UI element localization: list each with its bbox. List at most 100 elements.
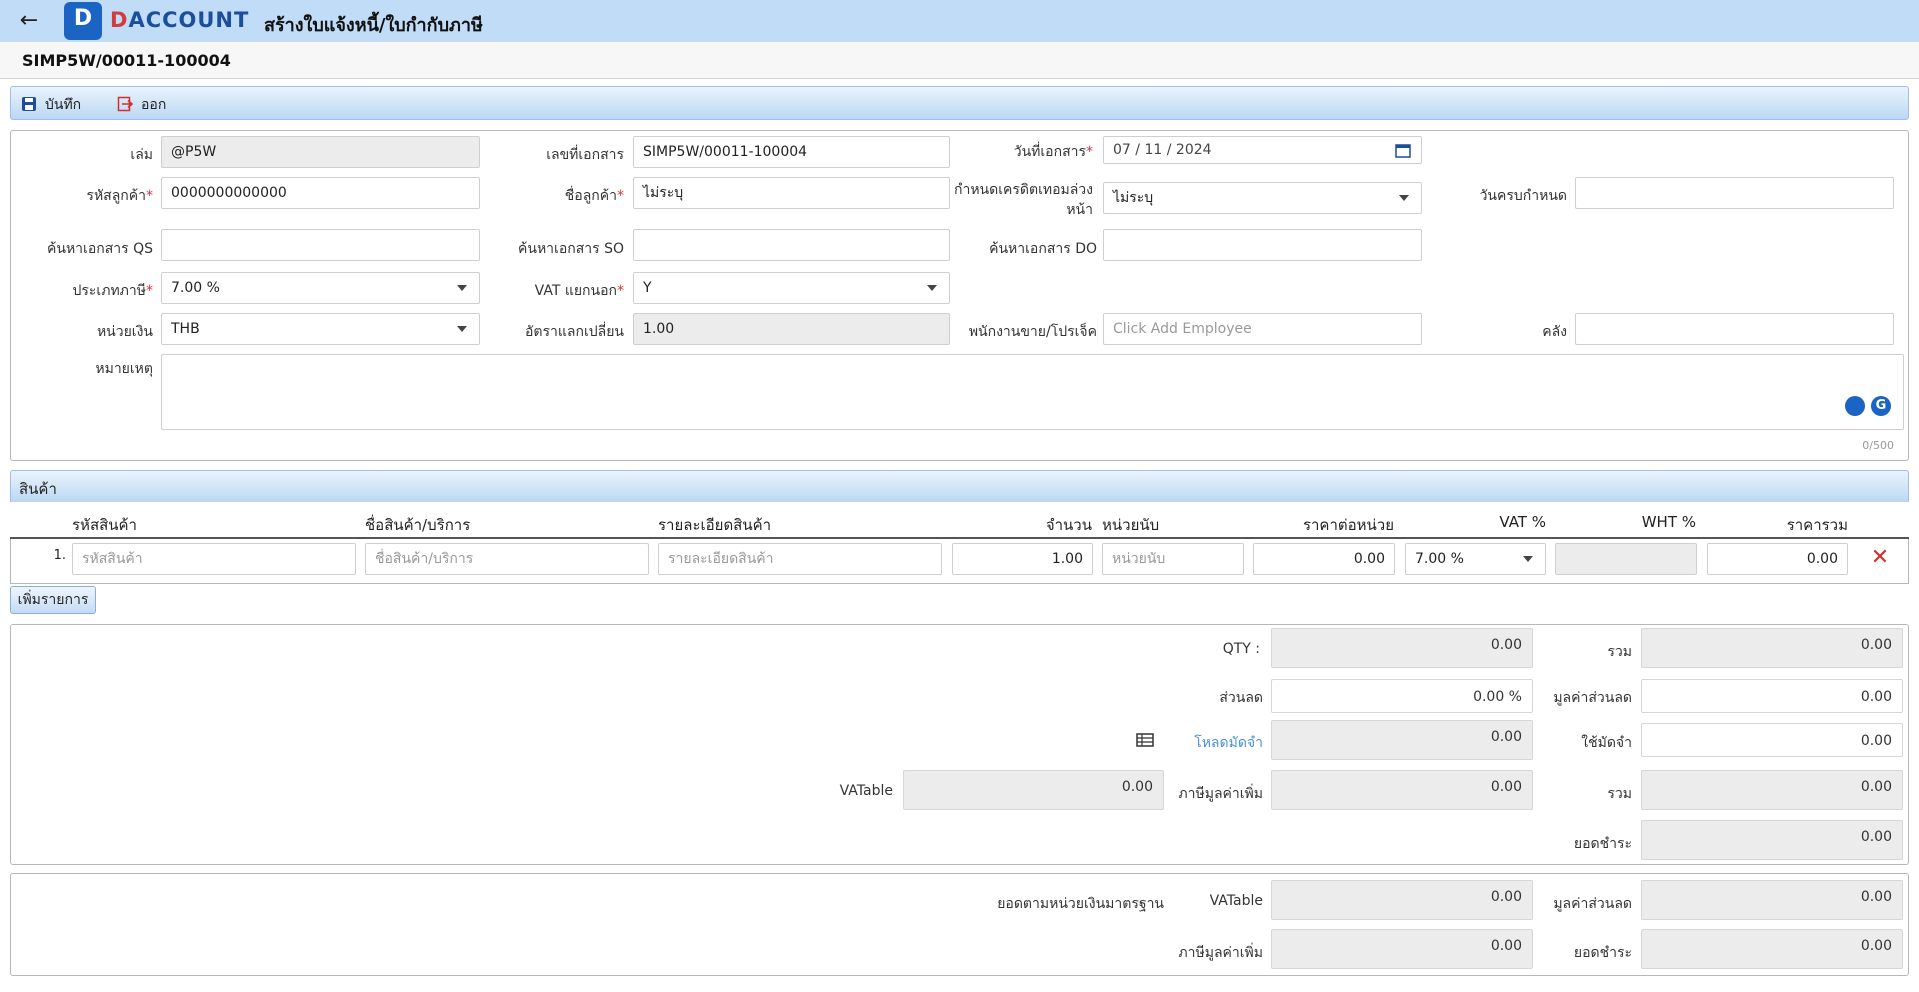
subtotal-label: รวม (1607, 644, 1632, 660)
date-month: 11 (1144, 142, 1163, 158)
date-year: 2024 (1175, 142, 1212, 158)
row-index: 1. (53, 548, 66, 563)
exit-label: ออก (141, 97, 167, 113)
qs-search-label: ค้นหาเอกสาร QS (47, 241, 153, 257)
currency-label: หน่วยเงิน (96, 324, 153, 340)
currency-select[interactable]: THB (161, 313, 480, 345)
save-label: บันทึก (45, 97, 82, 113)
credit-term-label: กำหนดเครดิตเทอมล่วง หน้า (953, 182, 1093, 218)
discount-label: ส่วนลด (1219, 690, 1263, 706)
calendar-icon[interactable] (1395, 143, 1411, 158)
vat-amount-field: 0.00 (1271, 770, 1533, 810)
brand-name: DACCOUNT (110, 8, 250, 32)
add-item-button[interactable]: เพิ่มรายการ (10, 586, 96, 614)
do-search-field[interactable] (1103, 229, 1422, 261)
product-name-input[interactable]: ชื่อสินค้า/บริการ (365, 543, 649, 575)
std-discount-amount-label: มูลค่าส่วนลด (1553, 896, 1632, 912)
column-header-wht: WHT % (1641, 513, 1696, 531)
custname-field[interactable]: ไม่ระบุ (633, 177, 950, 209)
column-header-vat: VAT % (1499, 513, 1546, 531)
taxtype-label: ประเภทภาษี* (72, 283, 154, 299)
docno-label: เลขที่เอกสาร (546, 147, 624, 163)
book-field: @P5W (161, 136, 480, 168)
wht-rate-field (1555, 543, 1697, 575)
credit-term-select[interactable]: ไม่ระบุ (1103, 182, 1422, 214)
qty-total-field: 0.00 (1271, 628, 1533, 668)
grand-total-label: รวม (1607, 786, 1632, 802)
std-vat-field: 0.00 (1271, 929, 1533, 969)
app-logo: D (64, 2, 102, 40)
so-search-field[interactable] (633, 229, 950, 261)
location-icon[interactable] (1845, 396, 1865, 416)
docno-field[interactable]: SIMP5W/00011-100004 (633, 136, 950, 168)
discount-amount-input[interactable]: 0.00 (1641, 679, 1903, 713)
column-header-total: ราคารวม (1786, 516, 1848, 534)
custcode-field[interactable]: 0000000000000 (161, 177, 480, 209)
document-bar: SIMP5W/00011-100004 (0, 42, 1919, 79)
remark-label: หมายเหตุ (95, 361, 153, 377)
column-header-name: ชื่อสินค้า/บริการ (365, 516, 471, 534)
vat-select[interactable]: Y (633, 272, 950, 304)
standard-currency-label: ยอดตามหน่วยเงินมาตรฐาน (997, 896, 1164, 912)
grand-total-field: 0.00 (1641, 770, 1903, 810)
save-button[interactable]: บันทึก (21, 94, 81, 116)
do-search-label: ค้นหาเอกสาร DO (989, 241, 1097, 257)
vatable-field: 0.00 (903, 770, 1164, 810)
column-header-detail: รายละเอียดสินค้า (658, 516, 772, 534)
docdate-field[interactable]: 07 / 11 / 2024 (1103, 136, 1422, 164)
exchange-rate-label: อัตราแลกเปลี่ยน (525, 324, 624, 340)
discount-amount-label: มูลค่าส่วนลด (1553, 690, 1632, 706)
exit-button[interactable]: ออก (117, 94, 166, 116)
chevron-down-icon (927, 285, 937, 291)
employee-field[interactable]: Click Add Employee (1103, 313, 1422, 345)
column-header-price: ราคาต่อหน่วย (1302, 516, 1394, 534)
line-total-field: 0.00 (1707, 543, 1848, 575)
remark-counter: 0/500 (1862, 439, 1894, 452)
product-code-input[interactable]: รหัสสินค้า (72, 543, 356, 575)
book-label: เล่ม (130, 147, 153, 163)
products-title: สินค้า (19, 480, 57, 498)
vatable-label: VATable (839, 783, 893, 799)
duedate-field[interactable] (1575, 177, 1894, 209)
exchange-rate-field: 1.00 (633, 313, 950, 345)
remark-textarea[interactable]: G (161, 354, 1904, 430)
employee-label: พนักงานขาย/โปรเจ็ค (968, 324, 1097, 340)
warehouse-label: คลัง (1542, 324, 1567, 340)
warehouse-field[interactable] (1575, 313, 1894, 345)
toolbar: บันทึก ออก (10, 86, 1909, 120)
qs-search-field[interactable] (161, 229, 480, 261)
std-vatable-label: VATable (1209, 893, 1263, 909)
duedate-label: วันครบกำหนด (1479, 188, 1567, 204)
unit-input[interactable]: หน่วยนับ (1102, 543, 1244, 575)
taxtype-select[interactable]: 7.00 % (161, 272, 480, 304)
payment-field: 0.00 (1641, 820, 1903, 860)
list-icon[interactable] (1136, 733, 1154, 747)
date-day: 07 (1113, 142, 1131, 158)
subtotal-field: 0.00 (1641, 628, 1903, 668)
load-deposit-link[interactable]: โหลดมัดจำ (1180, 732, 1263, 754)
std-discount-amount-field: 0.00 (1641, 880, 1903, 920)
chevron-down-icon (457, 285, 467, 291)
unit-price-input[interactable]: 0.00 (1253, 543, 1395, 575)
back-arrow-icon[interactable]: ← (14, 6, 44, 36)
document-id: SIMP5W/00011-100004 (22, 51, 231, 70)
custname-label: ชื่อลูกค้า* (564, 188, 624, 204)
use-deposit-label: ใช้มัดจำ (1581, 735, 1632, 751)
grammar-icon[interactable]: G (1871, 396, 1891, 416)
exit-icon (117, 96, 133, 112)
chevron-down-icon (1399, 195, 1409, 201)
products-section-header: สินค้า (10, 470, 1909, 502)
use-deposit-input[interactable]: 0.00 (1641, 723, 1903, 757)
discount-percent-input[interactable]: 0.00 % (1271, 679, 1533, 713)
vat-label: VAT แยกนอก* (534, 283, 624, 299)
delete-row-icon[interactable]: ✕ (1868, 546, 1892, 570)
chevron-down-icon (457, 326, 467, 332)
vat-rate-select[interactable]: 7.00 % (1405, 543, 1546, 575)
quantity-input[interactable]: 1.00 (952, 543, 1093, 575)
vat-amount-label: ภาษีมูลค่าเพิ่ม (1178, 786, 1263, 802)
save-icon (22, 97, 36, 111)
chevron-down-icon (1523, 556, 1533, 562)
std-payment-field: 0.00 (1641, 929, 1903, 969)
column-header-qty: จำนวน (1045, 516, 1092, 534)
product-detail-input[interactable]: รายละเอียดสินค้า (658, 543, 942, 575)
